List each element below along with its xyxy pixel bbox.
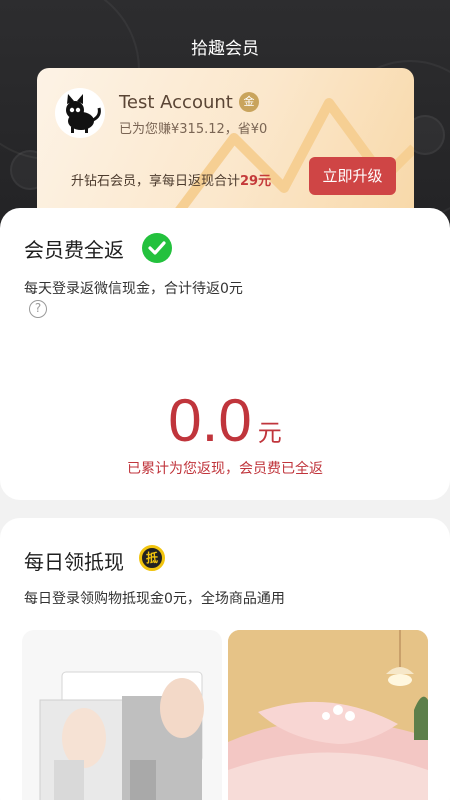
refund-amount: 0.0 元 xyxy=(0,386,450,455)
refund-amount-value: 0.0 xyxy=(168,387,252,454)
refund-subtitle: 每天登录返微信现金，合计待返0元 xyxy=(24,281,243,297)
upgrade-promo-text: 升钻石会员，享每日返现合计29元 xyxy=(71,170,271,189)
bedding-product-image xyxy=(228,630,428,800)
upgrade-promo-prefix: 升钻石会员，享每日返现合计 xyxy=(71,174,241,189)
cash-coupon-icon: 抵 xyxy=(139,545,165,571)
refund-amount-unit: 元 xyxy=(257,419,282,447)
daily-panel: 每日领抵现 抵 每日登录领购物抵现金0元，全场商品通用 xyxy=(0,518,450,800)
product-card-face-mask[interactable] xyxy=(22,630,222,800)
page-title: 拾趣会员 xyxy=(191,39,259,59)
wechat-check-icon xyxy=(142,233,172,263)
refund-panel: 会员费全返 每天登录返微信现金，合计待返0元 ? 0.0 元 已累计为您返现，会员… xyxy=(0,208,450,500)
earnings-text: 已为您赚¥315.12，省¥0 xyxy=(119,122,268,137)
daily-title: 每日领抵现 xyxy=(24,550,124,574)
help-icon[interactable]: ? xyxy=(29,300,47,318)
gold-tier-badge: 金 xyxy=(239,92,259,112)
product-card-bedding[interactable] xyxy=(228,630,428,800)
refund-note: 已累计为您返现，会员费已全返 xyxy=(127,461,323,477)
member-card[interactable]: Test Account 金 已为您赚¥315.12，省¥0 升钻石会员，享每日… xyxy=(37,68,414,228)
cat-avatar-icon xyxy=(66,94,101,133)
face-mask-product-image xyxy=(39,671,204,800)
upgrade-button[interactable]: 立即升级 xyxy=(309,157,396,195)
upgrade-promo-amount: 29元 xyxy=(240,174,272,189)
avatar[interactable] xyxy=(55,88,105,138)
refund-title: 会员费全返 xyxy=(24,238,124,262)
username: Test Account xyxy=(119,92,233,113)
daily-subtitle: 每日登录领购物抵现金0元，全场商品通用 xyxy=(24,591,285,607)
